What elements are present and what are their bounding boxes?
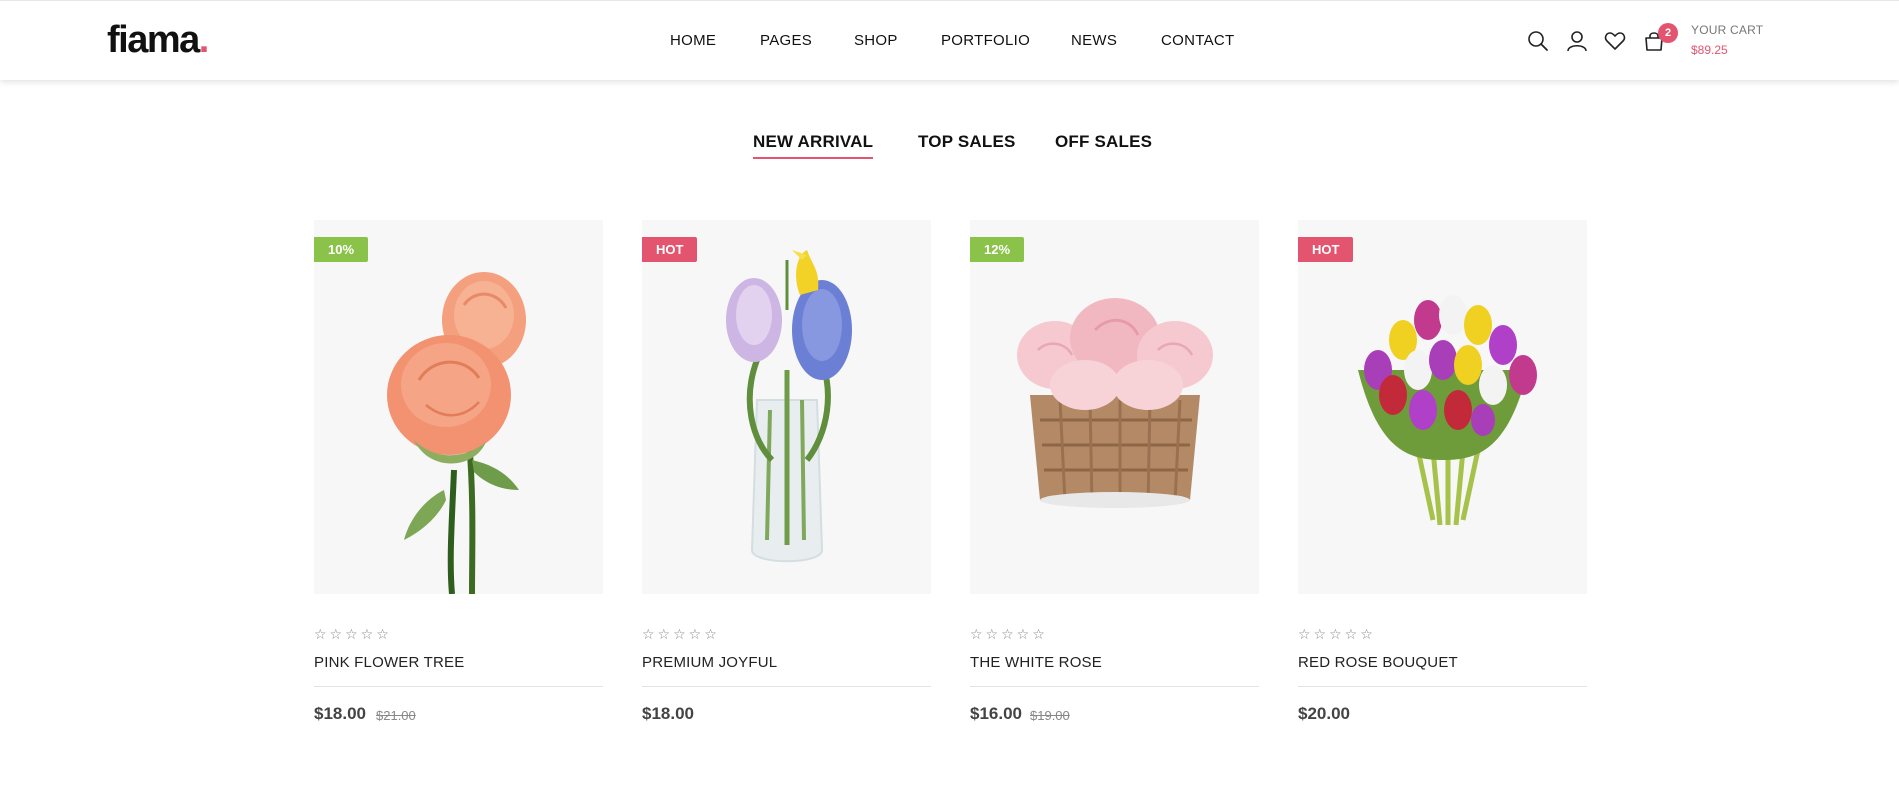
nav-item-contact[interactable]: CONTACT bbox=[1161, 31, 1234, 51]
cart-label[interactable]: YOUR CART bbox=[1691, 23, 1763, 37]
old-price: $19.00 bbox=[1030, 708, 1070, 723]
tab-top-sales[interactable]: TOP SALES bbox=[918, 131, 1016, 153]
hyacinth-vase-image bbox=[726, 250, 852, 563]
tab-new-arrival[interactable]: NEW ARRIVAL bbox=[753, 131, 874, 159]
discount-badge: 12% bbox=[970, 237, 1025, 262]
product-card[interactable]: 10% ☆☆☆☆☆ PINK FLOWER TREE $18.00 $21.00 bbox=[314, 220, 603, 723]
discount-badge: 10% bbox=[314, 237, 369, 262]
divider bbox=[642, 686, 931, 687]
divider bbox=[314, 686, 603, 687]
product-name[interactable]: PINK FLOWER TREE bbox=[314, 654, 464, 671]
product-card[interactable]: HOT ☆☆☆☆☆ PREMIUM JOYFUL $18.00 bbox=[642, 220, 931, 723]
product-price: $16.00 bbox=[970, 704, 1022, 723]
product-price: $18.00 bbox=[642, 704, 694, 723]
hot-badge: HOT bbox=[1298, 237, 1354, 262]
old-price: $21.00 bbox=[376, 708, 416, 723]
product-name[interactable]: THE WHITE ROSE bbox=[970, 654, 1102, 671]
divider bbox=[1298, 686, 1587, 687]
product-price: $20.00 bbox=[1298, 704, 1350, 723]
nav-item-news[interactable]: NEWS bbox=[1071, 31, 1117, 51]
product-name[interactable]: PREMIUM JOYFUL bbox=[642, 654, 777, 671]
tab-off-sales[interactable]: OFF SALES bbox=[1055, 131, 1152, 153]
rating-stars: ☆☆☆☆☆ bbox=[642, 626, 720, 642]
nav-item-shop[interactable]: SHOP bbox=[854, 31, 898, 51]
divider bbox=[970, 686, 1259, 687]
product-image[interactable]: HOT bbox=[642, 220, 931, 594]
rating-stars: ☆☆☆☆☆ bbox=[1298, 626, 1376, 642]
tulip-bouquet-image bbox=[1358, 295, 1537, 526]
orange-roses-image bbox=[387, 272, 526, 594]
product-tabs: NEW ARRIVAL TOP SALES OFF SALES bbox=[0, 131, 1899, 161]
site-header: fiama. HOME PAGES SHOP PORTFOLIO NEWS CO… bbox=[0, 0, 1899, 80]
product-image[interactable]: 10% bbox=[314, 220, 603, 594]
nav-item-portfolio[interactable]: PORTFOLIO bbox=[941, 31, 1030, 51]
product-price: $18.00 bbox=[314, 704, 366, 723]
pink-roses-basket-image bbox=[1017, 298, 1213, 508]
user-icon[interactable] bbox=[1564, 28, 1590, 54]
heart-icon[interactable] bbox=[1602, 28, 1628, 54]
nav-item-home[interactable]: HOME bbox=[670, 31, 716, 51]
cart-total[interactable]: $89.25 bbox=[1691, 43, 1728, 57]
product-image[interactable]: HOT bbox=[1298, 220, 1587, 594]
rating-stars: ☆☆☆☆☆ bbox=[314, 626, 392, 642]
product-name[interactable]: RED ROSE BOUQUET bbox=[1298, 654, 1458, 671]
product-image[interactable]: 12% bbox=[970, 220, 1259, 594]
rating-stars: ☆☆☆☆☆ bbox=[970, 626, 1048, 642]
product-card[interactable]: HOT ☆☆☆☆☆ RED ROSE BOUQUET $20.00 bbox=[1298, 220, 1587, 723]
search-icon[interactable] bbox=[1525, 28, 1551, 54]
nav-item-pages[interactable]: PAGES bbox=[760, 31, 812, 51]
hot-badge: HOT bbox=[642, 237, 698, 262]
cart-count-badge: 2 bbox=[1658, 23, 1678, 43]
product-card[interactable]: 12% ☆☆☆☆☆ THE WHITE ROSE $16.00 $19.00 bbox=[970, 220, 1259, 723]
